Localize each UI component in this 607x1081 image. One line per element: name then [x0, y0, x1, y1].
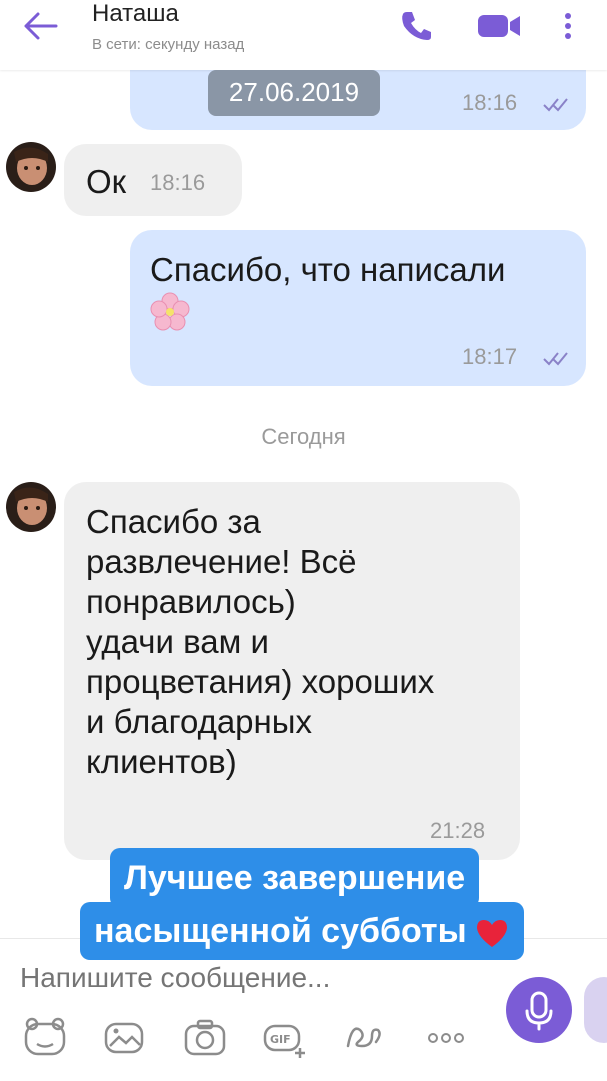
voice-record-button[interactable]: [506, 977, 572, 1043]
message-line: понравилось): [86, 583, 296, 620]
message-text: Спасибо за развлечение! Всё понравилось)…: [86, 502, 506, 782]
message-line: развлечение! Всё: [86, 543, 357, 580]
caption-text: насыщенной субботы: [94, 912, 467, 950]
message-line: Спасибо за: [86, 503, 261, 540]
day-separator: Сегодня: [261, 424, 346, 449]
message-time: 18:16: [150, 170, 206, 195]
caption-line: Лучшее завершение: [110, 848, 480, 908]
read-ticks-icon: [543, 98, 568, 112]
date-chip: 27.06.2019: [208, 70, 380, 116]
read-ticks-icon: [543, 352, 568, 366]
avatar-photo: [6, 482, 56, 532]
message-time: 18:16: [462, 90, 518, 115]
caption-text: Лучшее завершение: [124, 859, 466, 897]
caption-line: насыщенной субботы: [80, 902, 525, 960]
message-feed: 18:16 27.06.2019 Ок 18:16 Спасибо, что н…: [0, 0, 607, 940]
avatar[interactable]: [6, 482, 56, 532]
secondary-action-button[interactable]: [584, 977, 607, 1043]
chat-header: Наташа В сети: секунду назад: [0, 0, 607, 70]
video-call-icon[interactable]: [474, 8, 522, 42]
back-arrow-icon[interactable]: [20, 8, 60, 44]
message-text: Ок: [86, 163, 127, 200]
microphone-icon: [525, 991, 553, 1031]
message-bubble-incoming[interactable]: Спасибо за развлечение! Всё понравилось)…: [64, 482, 520, 860]
message-line: клиентов): [86, 743, 237, 780]
gif-icon[interactable]: GIF: [262, 1016, 308, 1060]
message-bubble-outgoing[interactable]: Спасибо, что написали 18:17: [130, 230, 586, 386]
sticker-icon[interactable]: [22, 1016, 68, 1060]
gallery-icon[interactable]: [102, 1016, 146, 1060]
avatar-photo: [6, 142, 56, 192]
avatar[interactable]: [6, 142, 56, 192]
message-time: 21:28: [430, 818, 486, 843]
message-time: 18:17: [462, 344, 518, 369]
doodle-icon[interactable]: [342, 1016, 386, 1060]
more-options-icon[interactable]: [558, 8, 578, 42]
contact-status: В сети: секунду назад: [92, 36, 245, 53]
camera-icon[interactable]: [182, 1016, 228, 1060]
message-line: процветания) хороших: [86, 663, 435, 700]
message-input[interactable]: [18, 953, 492, 1003]
message-line: и благодарных: [86, 703, 312, 740]
red-heart-emoji: [477, 920, 508, 948]
svg-text:GIF: GIF: [270, 1033, 291, 1046]
more-extensions-icon[interactable]: [424, 1016, 468, 1060]
message-bubble-incoming[interactable]: Ок 18:16: [64, 144, 242, 216]
message-text: Спасибо, что написали: [150, 251, 506, 288]
phone-icon[interactable]: [398, 8, 434, 42]
contact-name[interactable]: Наташа: [92, 0, 179, 28]
message-line: удачи вам и: [86, 623, 269, 660]
cherry-blossom-emoji: [150, 292, 190, 331]
